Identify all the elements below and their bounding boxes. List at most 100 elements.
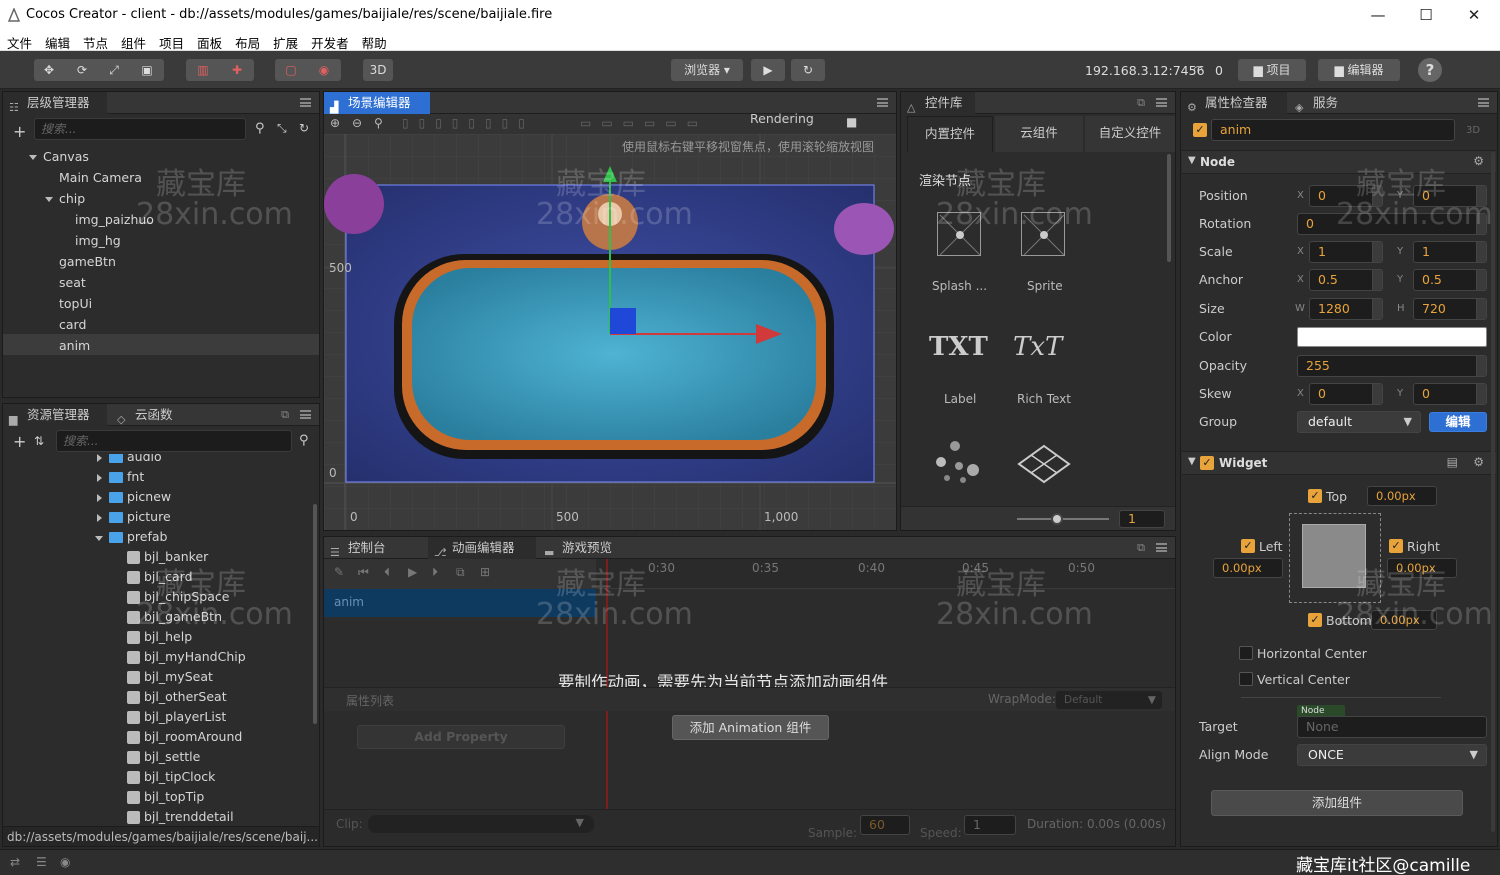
play-button[interactable]: ▶	[751, 59, 785, 81]
edit-mode-icon[interactable]: ✎	[334, 565, 344, 579]
scale-y-input[interactable]: 1	[1413, 241, 1487, 263]
align-tools-icon[interactable]: ▯▯▯▯▯▯▯▯	[402, 116, 535, 130]
controls-scrollbar[interactable]	[1167, 154, 1171, 262]
tree-item-topui[interactable]: topUi	[59, 294, 92, 314]
camera-icon[interactable]: ■	[846, 115, 857, 129]
anchor-x-input[interactable]: 0.5	[1309, 269, 1383, 291]
panel-menu-icon[interactable]	[1478, 98, 1489, 107]
expand-icon[interactable]	[45, 197, 53, 202]
zoom-slider-handle[interactable]	[1051, 513, 1063, 525]
stepper[interactable]	[1372, 186, 1382, 206]
refresh-button[interactable]: ↻	[791, 59, 825, 81]
scene-viewport[interactable]: 500 0 0 500 1,000 使用鼠标右键平移视窗焦点，使用滚轮缩放视图	[324, 134, 896, 530]
sync-icon[interactable]: ⇄	[10, 855, 20, 869]
stepper[interactable]	[1372, 270, 1382, 290]
label-icon[interactable]: TXT	[929, 332, 988, 362]
sample-input[interactable]: 60	[860, 815, 910, 835]
popout-icon[interactable]: ⧉	[281, 408, 289, 422]
widget-top-checkbox[interactable]: ✓	[1308, 489, 1322, 503]
tab-builtin-controls[interactable]: 内置控件	[907, 116, 993, 152]
asset-prefab-item[interactable]: bjl_roomAround	[144, 727, 242, 747]
tree-item-gamebtn[interactable]: gameBtn	[59, 252, 116, 272]
sort-icon[interactable]: ⇅	[34, 434, 44, 448]
position-x-input[interactable]: 0	[1309, 185, 1383, 207]
gear-icon[interactable]: ⚙	[1473, 455, 1484, 469]
asset-prefab-item[interactable]: bjl_trenddetail	[144, 807, 234, 824]
asset-prefab-item[interactable]: bjl_gameBtn	[144, 607, 222, 627]
panel-menu-icon[interactable]	[300, 410, 311, 419]
align-mode-select[interactable]: ONCE ▼	[1297, 744, 1487, 766]
size-w-input[interactable]: 1280	[1309, 298, 1383, 320]
horizontal-center-checkbox[interactable]	[1239, 646, 1253, 660]
tree-item-chip[interactable]: chip	[59, 189, 85, 209]
asset-prefab-item[interactable]: bjl_settle	[144, 747, 200, 767]
assets-scrollbar[interactable]	[313, 504, 317, 724]
node-active-checkbox[interactable]: ✓	[1193, 123, 1207, 137]
popout-icon[interactable]: ⧉	[1137, 541, 1145, 555]
expand-icon[interactable]	[95, 536, 103, 541]
tab-controls[interactable]: △ 控件库	[901, 92, 975, 114]
menu-extension[interactable]: 扩展	[266, 31, 304, 52]
stepper[interactable]	[1476, 299, 1486, 319]
asset-prefab-item[interactable]: bjl_card	[144, 567, 193, 587]
scale-tool-icon[interactable]: ⤢	[107, 64, 121, 76]
zoom-slider-track[interactable]	[1017, 518, 1109, 520]
gizmo-rect-icon[interactable]: ▢	[284, 64, 298, 76]
panel-menu-icon[interactable]	[300, 98, 311, 107]
asset-prefab-item[interactable]: bjl_myHandChip	[144, 647, 246, 667]
tab-inspector[interactable]: ⚙ 属性检查器	[1181, 92, 1287, 114]
open-project-button[interactable]: ▆ 项目	[1238, 59, 1306, 81]
tiledmap-icon[interactable]	[1017, 444, 1071, 484]
tab-console[interactable]: ☰ 控制台	[324, 537, 424, 559]
section-widget[interactable]: ▼ ✓ Widget ▤ ⚙	[1182, 451, 1496, 475]
opacity-input[interactable]: 255	[1297, 355, 1487, 377]
add-event-icon[interactable]: ⧉	[456, 565, 465, 580]
asset-prefab-item[interactable]: bjl_playerList	[144, 707, 226, 727]
sprite-icon[interactable]	[1021, 212, 1065, 256]
skew-y-input[interactable]: 0	[1413, 383, 1487, 405]
tree-item-seat[interactable]: seat	[59, 273, 86, 293]
menu-project[interactable]: 项目	[152, 31, 190, 52]
menu-panel[interactable]: 面板	[190, 31, 228, 52]
gear-icon[interactable]: ⚙	[1473, 154, 1484, 168]
hierarchy-search-input[interactable]: 搜索...	[34, 118, 246, 140]
tab-hierarchy[interactable]: ☷ 层级管理器	[3, 92, 107, 114]
wrapmode-select[interactable]: Default ▼	[1056, 691, 1162, 709]
stepper[interactable]	[1476, 270, 1486, 290]
add-animation-component-button[interactable]: 添加 Animation 组件	[672, 715, 829, 740]
asset-prefab-item[interactable]: bjl_otherSeat	[144, 687, 227, 707]
asset-folder-picnew[interactable]: picnew	[127, 487, 171, 507]
widget-top-input[interactable]: 0.00px	[1367, 486, 1437, 506]
widget-bottom-input[interactable]: 0.00px	[1371, 610, 1437, 630]
minimize-button[interactable]: —	[1364, 4, 1392, 26]
browser-select[interactable]: 浏览器 ▾	[671, 59, 743, 81]
widget-left-input[interactable]: 0.00px	[1213, 558, 1283, 578]
zoom-reset-icon[interactable]: ⚲	[374, 116, 383, 130]
asset-folder-audio[interactable]: audio	[127, 454, 162, 467]
zoom-in-icon[interactable]: ⊕	[330, 116, 340, 130]
tab-cloud-functions[interactable]: ◇ 云函数	[111, 404, 191, 426]
edit-group-button[interactable]: 编辑	[1429, 412, 1487, 432]
rect-tool-icon[interactable]: ▣	[140, 64, 154, 76]
locate-icon[interactable]: ⤡	[277, 121, 287, 136]
move-tool-icon[interactable]: ✥	[42, 64, 56, 76]
eye-icon[interactable]: ◉	[60, 855, 70, 869]
widget-bottom-checkbox[interactable]: ✓	[1308, 613, 1322, 627]
menu-node[interactable]: 节点	[76, 31, 114, 52]
expand-icon[interactable]	[29, 155, 37, 160]
asset-folder-fnt[interactable]: fnt	[127, 467, 144, 487]
prev-frame-icon[interactable]: ⏴	[384, 565, 390, 580]
widget-right-input[interactable]: 0.00px	[1387, 558, 1457, 578]
tab-custom-controls[interactable]: 自定义控件	[1085, 116, 1175, 152]
pivot-icon[interactable]: ▥	[196, 64, 210, 76]
tab-scene-editor[interactable]: ▟ 场景编辑器	[324, 92, 430, 114]
close-button[interactable]: ✕	[1460, 4, 1488, 26]
size-h-input[interactable]: 720	[1413, 298, 1487, 320]
particle-icon[interactable]	[935, 440, 985, 484]
distribute-tools-icon[interactable]: ▭▭▭▭▭▭	[580, 116, 708, 130]
anchor-y-input[interactable]: 0.5	[1413, 269, 1487, 291]
stepper[interactable]	[1476, 384, 1486, 404]
richtext-icon[interactable]: TxT	[1013, 332, 1062, 362]
add-asset-icon[interactable]: +	[13, 432, 26, 451]
add-property-button[interactable]: Add Property	[357, 725, 565, 749]
